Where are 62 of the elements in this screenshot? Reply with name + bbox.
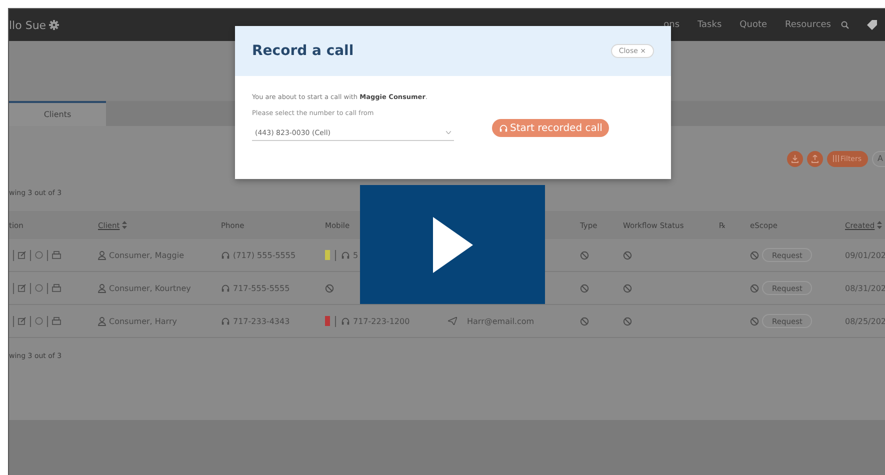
headset-icon [341, 316, 350, 326]
circle-icon[interactable] [35, 317, 43, 325]
ban-icon [750, 316, 759, 326]
client-name[interactable]: Consumer, Kourtney [98, 284, 191, 292]
ban-icon [580, 250, 589, 260]
greeting-text: llo Sue [9, 18, 46, 32]
play-button[interactable] [360, 185, 545, 304]
ban-icon [580, 284, 589, 292]
mobile-number[interactable]: 5 [325, 250, 358, 260]
headset-icon [221, 284, 230, 292]
printer-icon[interactable] [52, 284, 61, 292]
mobile-number[interactable]: 717-223-1200 [325, 316, 410, 326]
edit-icon[interactable] [18, 251, 26, 259]
headset-icon [221, 250, 230, 260]
headset-icon [221, 316, 230, 326]
created-date: 08/25/202 [845, 316, 885, 326]
ban-icon [325, 284, 334, 292]
phone-number[interactable]: 717-555-5555 [221, 284, 290, 292]
settings-icon[interactable] [49, 20, 60, 30]
nav-link[interactable]: Resources [785, 20, 831, 30]
printer-icon[interactable] [52, 317, 61, 325]
client-name[interactable]: Consumer, Harry [98, 316, 177, 326]
tab[interactable]: Clients [9, 101, 106, 126]
circle-icon[interactable] [35, 284, 43, 292]
edit-icon[interactable] [18, 284, 26, 292]
ban-icon [623, 284, 632, 292]
ban-icon [623, 316, 632, 326]
phone-number[interactable]: 717-233-4343 [221, 316, 290, 326]
start-recorded-call-button[interactable]: Start recorded call [492, 119, 610, 137]
nav-link[interactable]: Tasks [698, 20, 722, 30]
sort-icon[interactable] [876, 221, 882, 229]
columns-icon [832, 155, 839, 162]
ban-icon [750, 250, 759, 260]
toolbar-button[interactable]: A [872, 150, 885, 166]
phone-number[interactable]: (717) 555-5555 [221, 250, 296, 260]
play-icon [432, 216, 472, 272]
circle-icon[interactable] [35, 251, 43, 259]
edit-icon[interactable] [18, 317, 26, 325]
upload-icon [810, 154, 819, 162]
person-icon [98, 316, 106, 326]
person-icon [98, 284, 106, 292]
ban-icon [580, 316, 589, 326]
created-date: 09/01/202 [845, 250, 885, 260]
upload-button[interactable] [806, 150, 823, 166]
search-icon[interactable] [841, 21, 849, 29]
ban-icon [623, 250, 632, 260]
headset-icon [341, 250, 350, 260]
headset-icon [499, 124, 508, 132]
printer-icon[interactable] [52, 251, 61, 259]
send-icon [448, 317, 457, 325]
person-icon [98, 250, 106, 260]
sort-icon[interactable] [122, 221, 127, 229]
download-icon [790, 154, 799, 162]
nav-link[interactable]: Quote [740, 20, 768, 30]
created-date: 08/31/202 [845, 284, 885, 292]
ban-icon [750, 284, 759, 292]
client-name[interactable]: Consumer, Maggie [98, 250, 184, 260]
dialog-title: Record a call [252, 43, 354, 59]
download-button[interactable] [786, 150, 803, 166]
email-link[interactable]: Harr@email.com [444, 316, 534, 326]
chevron-down-icon [446, 131, 451, 134]
tag-icon[interactable] [867, 20, 877, 30]
